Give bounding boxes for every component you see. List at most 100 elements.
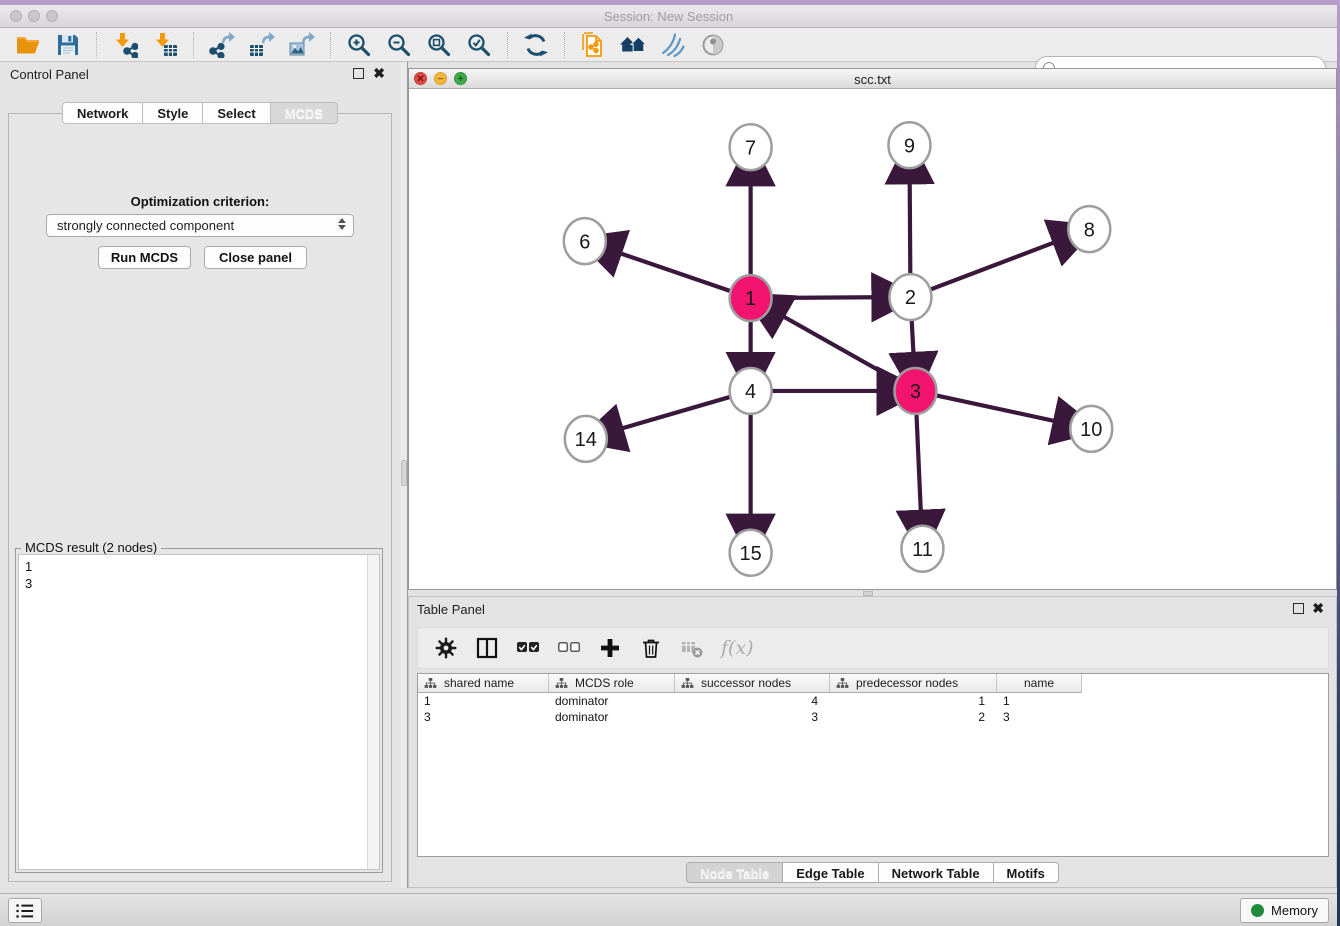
table-panel-close-icon[interactable]: ✖ [1312,600,1324,617]
open-file-icon[interactable] [13,30,43,60]
graph-node-label: 2 [905,287,916,309]
table-body: 1dominator4113dominator323 [418,693,1328,725]
column-header-shared-name[interactable]: shared name [418,674,549,693]
import-table-icon[interactable] [150,30,180,60]
tab-network[interactable]: Network [62,102,143,124]
network-graph: 7968124314101511 [409,89,1336,589]
table-cell: 1 [997,693,1082,709]
toolbar-icon-groups [8,30,733,60]
memory-status-icon [1251,904,1264,917]
network-window-titlebar: ✕ − + scc.txt [409,69,1336,89]
shared-column-icon [555,678,568,689]
refresh-network-icon[interactable] [521,30,551,60]
column-header-MCDS-role[interactable]: MCDS role [549,674,675,693]
column-header-successor-nodes[interactable]: successor nodes [675,674,830,693]
tab-node-table[interactable]: Node Table [686,862,783,883]
shared-column-icon [424,678,437,689]
graph-node-label: 9 [904,135,915,157]
table-cell: 3 [997,709,1082,725]
table-panel-title: Table Panel [417,602,485,617]
control-panel-float-icon[interactable] [353,68,364,79]
tab-select[interactable]: Select [203,102,270,124]
mcds-result-area[interactable]: 13 [18,554,380,870]
toolbar-separator [564,32,565,58]
titlebar: Session: New Session [0,5,1337,28]
import-network-icon[interactable] [110,30,140,60]
home-icon[interactable] [618,30,648,60]
window-title: Session: New Session [0,9,1337,24]
memory-label: Memory [1271,903,1318,918]
optimization-criterion-label: Optimization criterion: [9,194,391,209]
column-layout-icon[interactable] [475,636,499,660]
control-panel-title: Control Panel [10,67,89,82]
tab-mcds[interactable]: MCDS [271,102,338,124]
vertical-splitter-grip[interactable] [401,460,407,486]
result-line: 3 [25,575,373,592]
network-window-title: scc.txt [409,72,1336,87]
select-all-checks-icon[interactable] [516,636,540,660]
delete-column-icon[interactable] [639,636,663,660]
ndex-document-icon[interactable] [578,30,608,60]
table-panel: Table Panel ✖ f(x) shared nameMCDS roles… [408,596,1337,888]
tab-style[interactable]: Style [143,102,203,124]
control-panel: Control Panel ✖ NetworkStyleSelectMCDS O… [0,62,400,888]
status-bar: Memory [0,893,1337,926]
toolbar-separator [507,32,508,58]
memory-button[interactable]: Memory [1240,898,1329,923]
edge-3-1[interactable] [781,315,915,391]
close-panel-button[interactable]: Close panel [204,246,307,269]
control-panel-close-icon[interactable]: ✖ [373,65,385,82]
graph-node-label: 15 [740,543,762,565]
save-session-icon[interactable] [53,30,83,60]
clear-all-checks-icon[interactable] [557,636,581,660]
node-table: shared name MCDS role successor nodesprede… [417,673,1329,857]
show-eye-icon[interactable] [698,30,728,60]
export-image-icon[interactable] [287,30,317,60]
task-history-button[interactable] [8,898,42,923]
column-header-predecessor-nodes[interactable]: predecessor nodes [830,674,997,693]
tab-motifs[interactable]: Motifs [994,862,1059,883]
column-label: MCDS role [575,676,634,690]
result-scrollbar[interactable] [367,555,379,869]
function-builder-icon: f(x) [721,637,754,659]
table-cell: 3 [418,709,549,725]
tab-network-table[interactable]: Network Table [879,862,994,883]
zoom-in-icon[interactable] [344,30,374,60]
table-cell: dominator [549,693,675,709]
toolbar-separator [193,32,194,58]
tab-edge-table[interactable]: Edge Table [783,862,878,883]
application-window: Session: New Session Control Panel ✖ Net… [0,5,1337,926]
mcds-panel: Optimization criterion: strongly connect… [8,113,392,882]
add-column-icon[interactable] [598,636,622,660]
table-settings-gear-icon[interactable] [434,636,458,660]
delete-table-icon [680,636,704,660]
shared-column-icon [681,678,694,689]
table-header-row: shared name MCDS role successor nodesprede… [418,674,1328,693]
table-row[interactable]: 3dominator323 [418,709,1328,725]
toolbar-separator [96,32,97,58]
network-view-window: ✕ − + scc.txt 7968124314101511 [408,68,1337,590]
vertical-splitter[interactable] [400,62,408,888]
graph-node-label: 1 [745,288,756,310]
column-label: shared name [444,676,514,690]
export-table-icon[interactable] [247,30,277,60]
zoom-out-icon[interactable] [384,30,414,60]
graph-node-label: 6 [579,231,590,253]
graph-node-label: 11 [912,539,933,561]
hide-eye-icon[interactable] [658,30,688,60]
zoom-fit-icon[interactable] [424,30,454,60]
table-row[interactable]: 1dominator411 [418,693,1328,709]
column-header-name[interactable]: name [997,674,1082,693]
criterion-dropdown[interactable]: strongly connected component [46,214,354,237]
table-cell: 1 [418,693,549,709]
graph-node-label: 14 [575,429,597,451]
edge-2-8[interactable] [910,242,1056,298]
export-network-icon[interactable] [207,30,237,60]
mcds-result-title: MCDS result (2 nodes) [21,540,161,555]
zoom-selected-icon[interactable] [464,30,494,60]
table-cell: dominator [549,709,675,725]
graph-node-label: 8 [1084,219,1095,241]
table-panel-float-icon[interactable] [1293,603,1304,614]
run-mcds-button[interactable]: Run MCDS [98,246,191,269]
network-canvas[interactable]: 7968124314101511 [409,89,1336,589]
